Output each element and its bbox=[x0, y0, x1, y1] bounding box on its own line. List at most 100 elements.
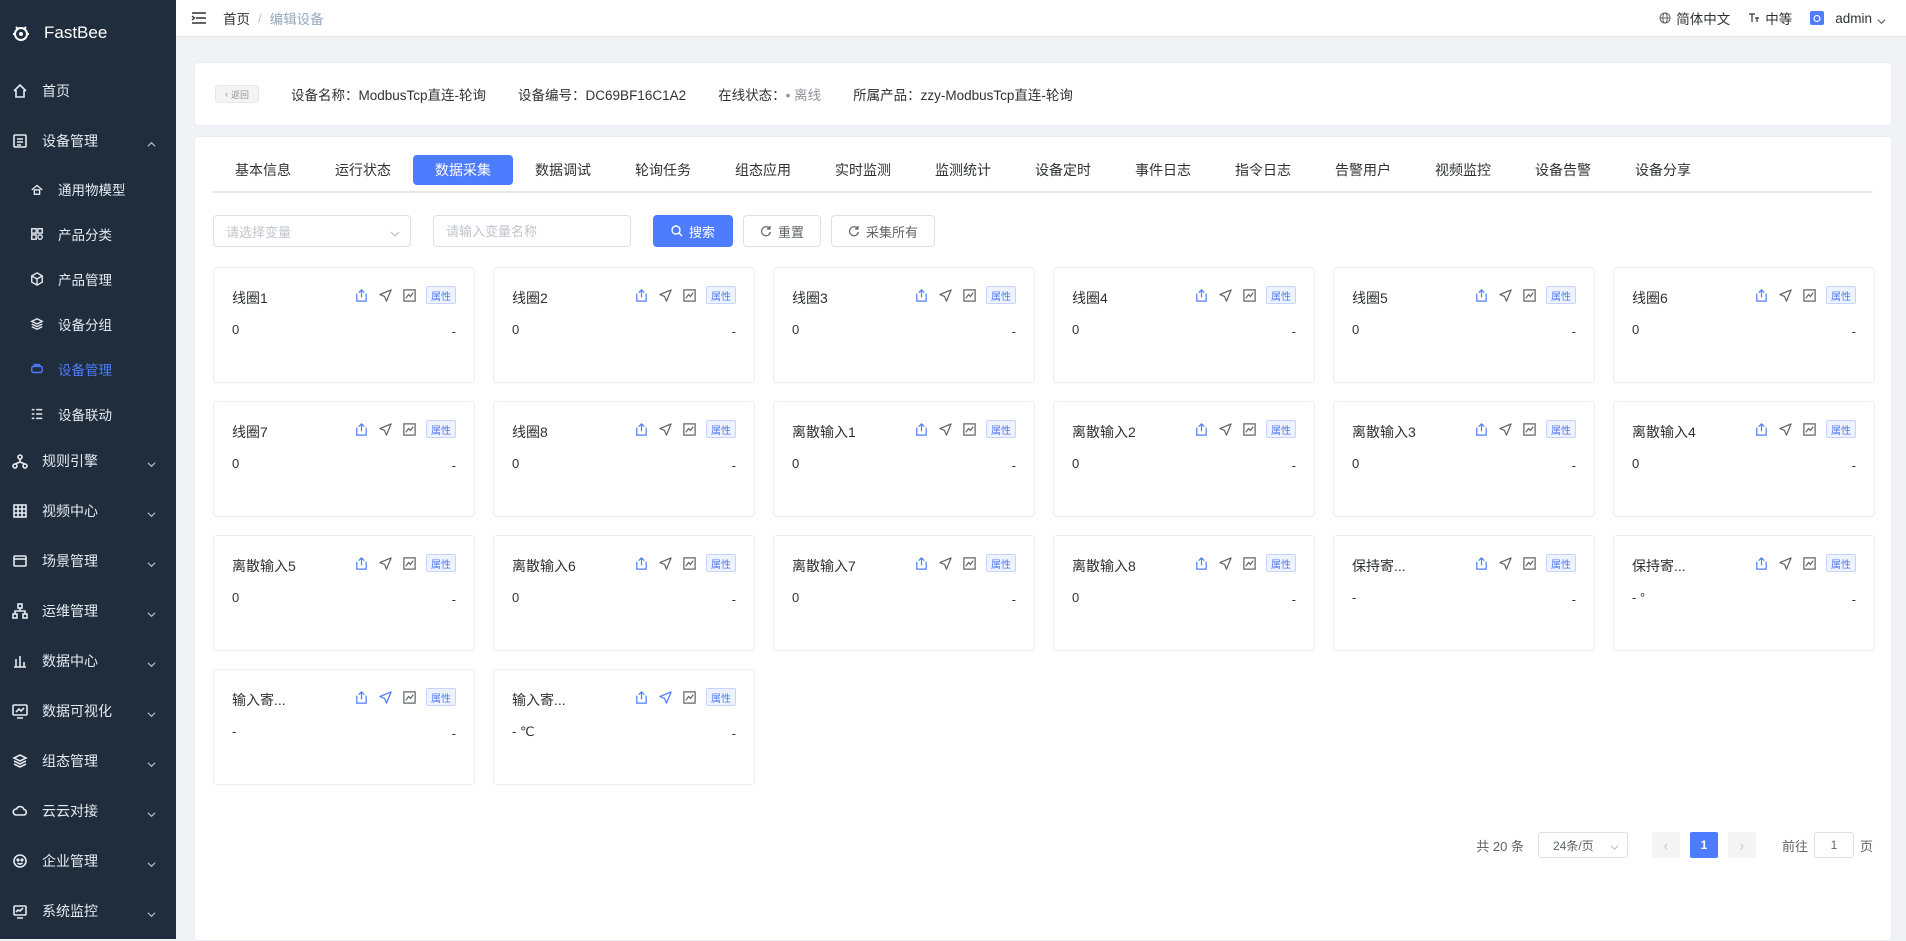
tab-9[interactable]: 事件日志 bbox=[1113, 155, 1213, 185]
search-button[interactable]: 搜索 bbox=[653, 215, 733, 247]
line-chart-icon[interactable] bbox=[1802, 556, 1817, 571]
tab-14[interactable]: 设备分享 bbox=[1613, 155, 1713, 185]
share-icon[interactable] bbox=[354, 690, 369, 705]
reset-button[interactable]: 重置 bbox=[743, 215, 822, 247]
share-icon[interactable] bbox=[1474, 288, 1489, 303]
tab-5[interactable]: 组态应用 bbox=[713, 155, 813, 185]
share-icon[interactable] bbox=[1754, 288, 1769, 303]
share-icon[interactable] bbox=[354, 556, 369, 571]
tab-10[interactable]: 指令日志 bbox=[1213, 155, 1313, 185]
send-icon[interactable] bbox=[1498, 422, 1513, 437]
next-page-button[interactable]: › bbox=[1727, 832, 1756, 858]
page-number-current[interactable]: 1 bbox=[1689, 832, 1718, 858]
sidebar-item-1[interactable]: 设备管理 bbox=[0, 116, 176, 166]
send-icon[interactable] bbox=[1778, 556, 1793, 571]
line-chart-icon[interactable] bbox=[682, 556, 697, 571]
share-icon[interactable] bbox=[1474, 422, 1489, 437]
sidebar-subitem-3[interactable]: 设备分组 bbox=[0, 301, 176, 346]
line-chart-icon[interactable] bbox=[1522, 556, 1537, 571]
tab-11[interactable]: 告警用户 bbox=[1313, 155, 1413, 185]
send-icon[interactable] bbox=[658, 556, 673, 571]
line-chart-icon[interactable] bbox=[1242, 556, 1257, 571]
sidebar-item-6[interactable]: 数据中心 bbox=[0, 636, 176, 686]
share-icon[interactable] bbox=[1194, 288, 1209, 303]
line-chart-icon[interactable] bbox=[1802, 288, 1817, 303]
share-icon[interactable] bbox=[634, 556, 649, 571]
send-icon[interactable] bbox=[1218, 556, 1233, 571]
share-icon[interactable] bbox=[1194, 422, 1209, 437]
sidebar-item-7[interactable]: 数据可视化 bbox=[0, 686, 176, 736]
line-chart-icon[interactable] bbox=[1242, 422, 1257, 437]
share-icon[interactable] bbox=[354, 288, 369, 303]
sidebar-subitem-2[interactable]: 产品管理 bbox=[0, 256, 176, 301]
share-icon[interactable] bbox=[634, 422, 649, 437]
sidebar-item-10[interactable]: 企业管理 bbox=[0, 836, 176, 886]
line-chart-icon[interactable] bbox=[962, 556, 977, 571]
tab-2[interactable]: 数据采集 bbox=[413, 155, 513, 185]
sidebar-item-9[interactable]: 云云对接 bbox=[0, 786, 176, 836]
share-icon[interactable] bbox=[1194, 556, 1209, 571]
goto-page-input[interactable] bbox=[1813, 832, 1854, 858]
breadcrumb-home[interactable]: 首页 bbox=[223, 8, 250, 28]
send-icon[interactable] bbox=[658, 690, 673, 705]
share-icon[interactable] bbox=[914, 288, 929, 303]
share-icon[interactable] bbox=[914, 556, 929, 571]
tab-6[interactable]: 实时监测 bbox=[813, 155, 913, 185]
send-icon[interactable] bbox=[658, 288, 673, 303]
line-chart-icon[interactable] bbox=[1522, 422, 1537, 437]
line-chart-icon[interactable] bbox=[682, 422, 697, 437]
tab-0[interactable]: 基本信息 bbox=[213, 155, 313, 185]
share-icon[interactable] bbox=[1754, 422, 1769, 437]
size-switcher[interactable]: 中等 bbox=[1748, 8, 1792, 28]
tab-7[interactable]: 监测统计 bbox=[913, 155, 1013, 185]
share-icon[interactable] bbox=[634, 690, 649, 705]
back-button[interactable]: ‹ 返回 bbox=[215, 85, 259, 103]
send-icon[interactable] bbox=[378, 690, 393, 705]
tab-3[interactable]: 数据调试 bbox=[513, 155, 613, 185]
sidebar-item-8[interactable]: 组态管理 bbox=[0, 736, 176, 786]
send-icon[interactable] bbox=[378, 288, 393, 303]
language-switcher[interactable]: 简体中文 bbox=[1659, 8, 1730, 28]
variable-name-input[interactable] bbox=[433, 215, 631, 247]
line-chart-icon[interactable] bbox=[962, 422, 977, 437]
user-menu[interactable]: admin bbox=[1810, 11, 1886, 26]
line-chart-icon[interactable] bbox=[1522, 288, 1537, 303]
send-icon[interactable] bbox=[378, 422, 393, 437]
share-icon[interactable] bbox=[354, 422, 369, 437]
sidebar-item-4[interactable]: 场景管理 bbox=[0, 536, 176, 586]
send-icon[interactable] bbox=[1498, 288, 1513, 303]
hamburger-icon[interactable] bbox=[191, 11, 207, 25]
line-chart-icon[interactable] bbox=[962, 288, 977, 303]
send-icon[interactable] bbox=[1218, 422, 1233, 437]
send-icon[interactable] bbox=[1498, 556, 1513, 571]
send-icon[interactable] bbox=[1778, 288, 1793, 303]
tab-1[interactable]: 运行状态 bbox=[313, 155, 413, 185]
send-icon[interactable] bbox=[658, 422, 673, 437]
sidebar-item-5[interactable]: 运维管理 bbox=[0, 586, 176, 636]
collect-all-button[interactable]: 采集所有 bbox=[831, 215, 936, 247]
line-chart-icon[interactable] bbox=[682, 690, 697, 705]
tab-4[interactable]: 轮询任务 bbox=[613, 155, 713, 185]
page-size-select[interactable]: 24条/页 bbox=[1537, 832, 1628, 858]
sidebar-item-2[interactable]: 规则引擎 bbox=[0, 436, 176, 486]
send-icon[interactable] bbox=[378, 556, 393, 571]
tab-13[interactable]: 设备告警 bbox=[1513, 155, 1613, 185]
line-chart-icon[interactable] bbox=[402, 556, 417, 571]
line-chart-icon[interactable] bbox=[1802, 422, 1817, 437]
line-chart-icon[interactable] bbox=[682, 288, 697, 303]
sidebar-item-3[interactable]: 视频中心 bbox=[0, 486, 176, 536]
line-chart-icon[interactable] bbox=[402, 288, 417, 303]
sidebar-subitem-0[interactable]: 通用物模型 bbox=[0, 166, 176, 211]
sidebar-item-11[interactable]: 系统监控 bbox=[0, 886, 176, 936]
sidebar-subitem-1[interactable]: 产品分类 bbox=[0, 211, 176, 256]
line-chart-icon[interactable] bbox=[402, 690, 417, 705]
line-chart-icon[interactable] bbox=[402, 422, 417, 437]
send-icon[interactable] bbox=[1218, 288, 1233, 303]
send-icon[interactable] bbox=[938, 556, 953, 571]
sidebar-subitem-4[interactable]: 设备管理 bbox=[0, 346, 176, 391]
tab-12[interactable]: 视频监控 bbox=[1413, 155, 1513, 185]
app-logo[interactable]: FastBee bbox=[0, 0, 176, 66]
share-icon[interactable] bbox=[1754, 556, 1769, 571]
tab-8[interactable]: 设备定时 bbox=[1013, 155, 1113, 185]
share-icon[interactable] bbox=[634, 288, 649, 303]
